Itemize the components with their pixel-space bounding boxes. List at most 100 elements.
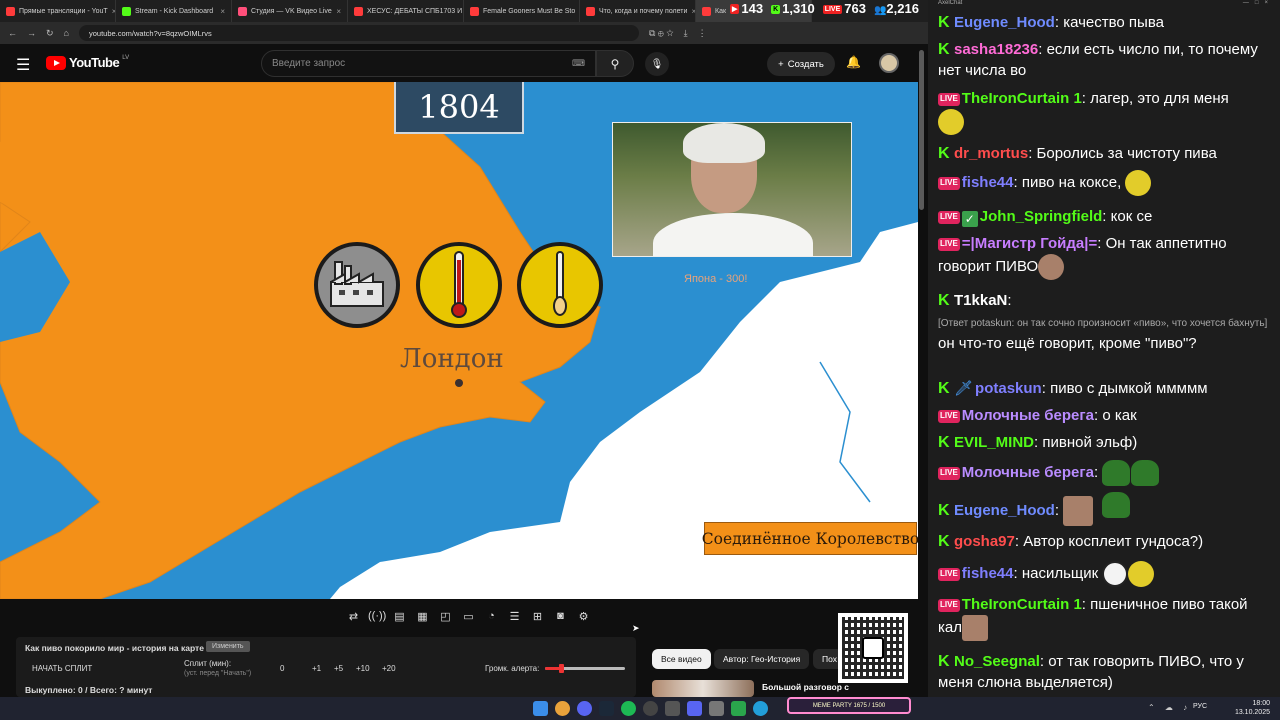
keyboard-icon[interactable]: ⌨ (572, 58, 585, 69)
alert-volume-label: Громк. алерта: (485, 664, 540, 673)
chat-window-titlebar: AxelChat —□× (938, 0, 1274, 6)
clock[interactable]: 18:00 13.10.2025 (1235, 699, 1270, 717)
mouse-cursor-icon: ➤ (632, 623, 640, 633)
edit-badge[interactable]: Изменить (206, 641, 250, 652)
qr-code (838, 613, 908, 683)
youtube-viewers: ▶ 143 (730, 0, 764, 16)
app-icon[interactable] (665, 701, 680, 716)
chip-all-videos[interactable]: Все видео (652, 649, 711, 669)
steam-icon[interactable] (599, 701, 614, 716)
extensions-icon[interactable]: ⧉ ⊕ ☆ (649, 28, 674, 39)
close-tab-icon[interactable]: × (336, 7, 341, 16)
youtube-header: ☰ YouTube LV Введите запрос ⌨ ⚲ 🎙 + Созда… (0, 44, 928, 82)
vk-live-icon: LIVE (938, 238, 960, 251)
loop-icon[interactable]: ⇄ (345, 610, 362, 623)
speed-icon[interactable]: ◔ (483, 610, 500, 622)
youtube-favicon-icon (6, 6, 15, 16)
window-controls-icon[interactable]: —□× (1243, 0, 1274, 6)
chat-message: LIVE fishe44: насильщик (938, 561, 1272, 587)
screenshot-icon[interactable]: ◙ (552, 610, 569, 622)
add-icon[interactable]: ⊞ (529, 610, 546, 623)
chat-message: LIVE ✓ John_Springfield: кок се (938, 208, 1153, 227)
video-player[interactable]: 1804 Япона - 300! Лондон Соединённое Кор… (0, 82, 918, 599)
player-extension-toolbar: ⇄ ((·)) ▤ ▦ ◰ ▭ ◔ ☰ ⊞ ◙ ⚙ (345, 606, 592, 626)
browser-tab[interactable]: Что, когда и почему полети × (580, 0, 696, 22)
notifications-bell-icon[interactable]: 🔔 (846, 55, 861, 69)
chrome-icon[interactable] (555, 701, 570, 716)
taskbar-apps (533, 701, 768, 716)
settings-gear-icon[interactable]: ⚙ (575, 610, 592, 623)
start-split-button[interactable]: НАЧАТЬ СПЛИТ (32, 664, 92, 673)
tray-icons[interactable]: ⌃ ☁ ♪ (1148, 703, 1191, 712)
chip-author[interactable]: Автор: Гео-История (714, 649, 810, 669)
vk-live-icon: LIVE (938, 410, 960, 423)
kick-icon: K (938, 41, 950, 58)
browser-tab[interactable]: Студия — VK Видео Live × (232, 0, 348, 22)
youtube-favicon-icon (586, 6, 595, 16)
browser-tab[interactable]: ХЕСУС: ДЕБАТЫ СПБ1703 И× (348, 0, 464, 22)
webcam-person (653, 213, 813, 256)
menu-icon[interactable]: ⋮ (698, 28, 707, 39)
stack-icon[interactable]: ☰ (506, 610, 523, 623)
chat-message: K T1kkaN: [Ответ potaskun: он так сочно п… (938, 292, 1268, 352)
downloads-icon[interactable]: ⤓ (684, 28, 688, 39)
browser-tab[interactable]: Прямые трансляции - YouT × (0, 0, 116, 22)
chat-message: LIVE TheIronCurtain 1: пшеничное пиво так… (938, 594, 1272, 641)
browser-tab[interactable]: Female Gooners Must Be Sto× (464, 0, 580, 22)
app-icon[interactable] (687, 701, 702, 716)
app-icon[interactable] (731, 701, 746, 716)
clapperboard-icon[interactable]: ▦ (414, 610, 431, 623)
recommended-title[interactable]: Большой разговор с (762, 682, 849, 692)
add-1-button[interactable]: +1 (312, 664, 321, 673)
reload-icon[interactable]: ↻ (46, 28, 54, 39)
spotify-icon[interactable] (621, 701, 636, 716)
telegram-icon[interactable] (753, 701, 768, 716)
britain-landmass (0, 82, 601, 599)
slider-handle[interactable] (559, 664, 564, 673)
url-field[interactable]: youtube.com/watch?v=8qzwOIMLrvs (78, 25, 639, 41)
language-indicator[interactable]: РУС (1193, 703, 1207, 710)
search-input[interactable]: Введите запрос ⌨ (261, 50, 596, 77)
page-scrollbar[interactable] (919, 50, 924, 210)
home-icon[interactable]: ⌂ (64, 28, 69, 38)
obs-icon[interactable] (643, 701, 658, 716)
recommended-thumbnail[interactable] (652, 680, 754, 697)
chat-message: K 🗡 potaskun: пиво с дымкой ммммм (938, 380, 1208, 397)
voice-search-button[interactable]: 🎙 (645, 52, 669, 76)
create-button[interactable]: + Создать (767, 52, 835, 76)
search-button[interactable]: ⚲ (596, 50, 634, 77)
kick-icon: K (938, 380, 950, 397)
split-panel: Как пиво покорило мир - история на карте… (16, 637, 636, 697)
thermometer-cold-icon (517, 242, 603, 328)
vk-live-icon: LIVE (938, 567, 960, 581)
pepe-emote-icon (1102, 460, 1188, 518)
subtitles-icon[interactable]: ▤ (391, 610, 408, 623)
kick-viewers: K 1,310 (771, 0, 815, 16)
browser-tab[interactable]: Stream - Kick Dashboard × (116, 0, 232, 22)
menu-hamburger-icon[interactable]: ☰ (16, 55, 30, 75)
add-20-button[interactable]: +20 (382, 664, 396, 673)
picture-in-picture-icon[interactable]: ◰ (437, 610, 454, 623)
windows-start-icon[interactable] (533, 701, 548, 716)
chat-message: K EVIL_MIND: пивной эльф) (938, 434, 1138, 451)
discord-icon[interactable] (577, 701, 592, 716)
audio-icon[interactable]: ((·)) (368, 610, 386, 622)
add-5-button[interactable]: +5 (334, 664, 343, 673)
split-hint: (уст. перед "Начать") (184, 670, 252, 677)
streamer-webcam (612, 122, 852, 257)
theater-icon[interactable]: ▭ (460, 610, 477, 623)
youtube-favicon-icon (470, 6, 479, 16)
split-value: 0 (280, 664, 285, 673)
close-tab-icon[interactable]: × (220, 7, 225, 16)
forward-icon[interactable]: → (27, 28, 36, 38)
emote-icon (1063, 496, 1094, 526)
chat-message: K Eugene_Hood: (938, 496, 1272, 526)
vk-live-icon: LIVE (938, 466, 960, 480)
vk-favicon-icon (238, 6, 247, 16)
youtube-logo[interactable]: YouTube LV (46, 55, 129, 70)
avatar[interactable] (879, 53, 899, 73)
back-icon[interactable]: ← (8, 28, 17, 38)
alert-volume-slider[interactable] (545, 664, 625, 673)
app-icon[interactable] (709, 701, 724, 716)
add-10-button[interactable]: +10 (356, 664, 370, 673)
